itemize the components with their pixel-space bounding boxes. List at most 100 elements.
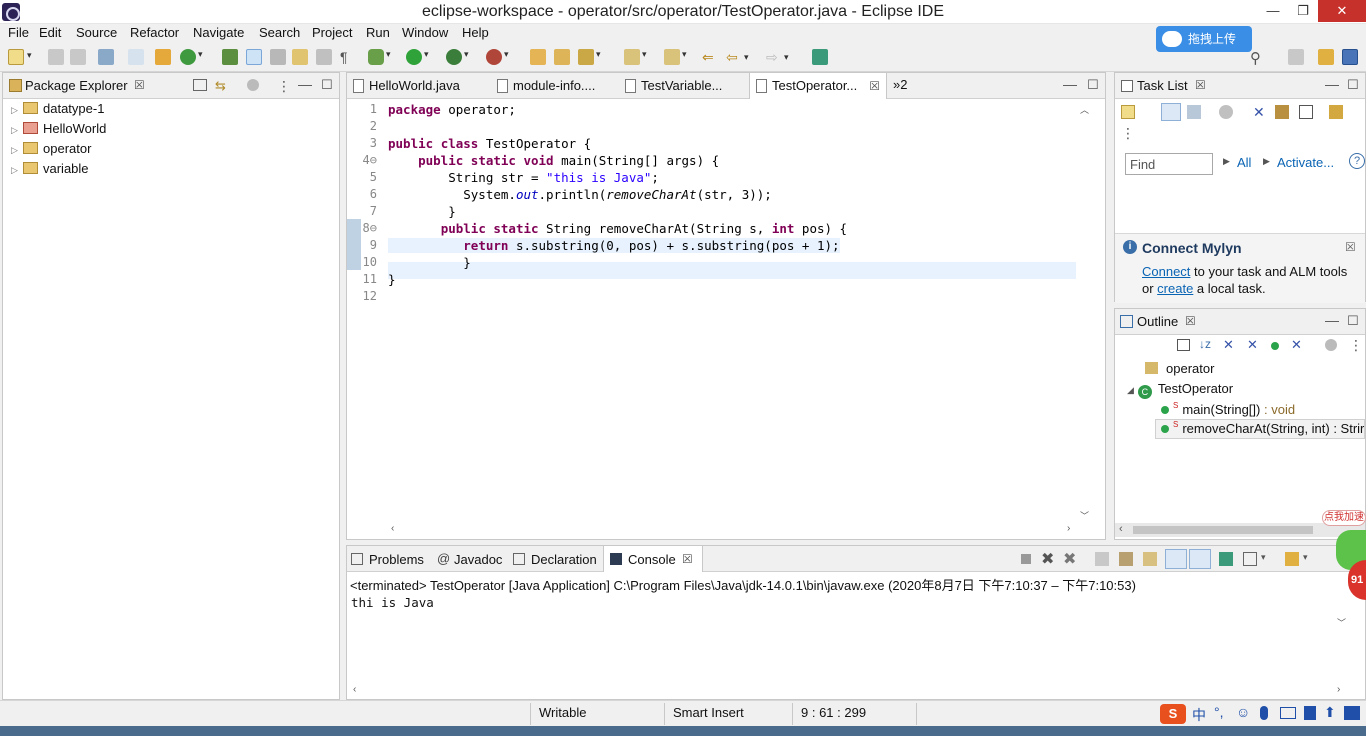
save-icon[interactable] xyxy=(48,49,64,65)
tab-console-active[interactable]: Console ☒ xyxy=(603,546,703,572)
status-insert-mode[interactable]: Smart Insert xyxy=(673,705,744,720)
close-button[interactable]: ✕ xyxy=(1318,0,1366,22)
upload-arrow-icon[interactable]: ⬆ xyxy=(1324,704,1336,721)
menu-window[interactable]: Window xyxy=(398,24,452,44)
maximize-icon[interactable]: ☐ xyxy=(1347,77,1359,93)
link-icon[interactable] xyxy=(1329,105,1343,119)
outline-item-removecharat-method[interactable]: SremoveCharAt(String, int) : Strir xyxy=(1155,419,1365,439)
block-selection-icon[interactable] xyxy=(270,49,286,65)
close-icon[interactable]: ☒ xyxy=(1185,314,1196,328)
tab-testoperator[interactable]: TestOperator... ☒ xyxy=(749,73,887,99)
pin-console-icon[interactable] xyxy=(1219,552,1233,566)
menu-help[interactable]: Help xyxy=(458,24,493,44)
collapse-all-icon[interactable] xyxy=(1177,339,1190,351)
scroll-left-arrow-icon[interactable]: ‹ xyxy=(1119,523,1123,535)
close-icon[interactable]: ☒ xyxy=(1195,78,1206,92)
expand-arrow-icon[interactable]: ▷ xyxy=(11,165,21,176)
show-on-stdout-icon[interactable] xyxy=(1165,549,1187,569)
speedup-badge[interactable]: 点我加速 xyxy=(1322,510,1366,526)
search-wand-icon[interactable] xyxy=(578,49,601,65)
filter-icon[interactable] xyxy=(1325,339,1337,351)
scroll-right-arrow-icon[interactable]: › xyxy=(1337,684,1340,695)
open-type-icon[interactable] xyxy=(222,49,238,65)
restore-button[interactable]: ❐ xyxy=(1288,0,1318,22)
tree-item-datatype-1[interactable]: ▷ datatype-1 xyxy=(11,101,104,121)
word-wrap-icon[interactable] xyxy=(292,49,308,65)
expand-arrow-icon[interactable]: ▷ xyxy=(11,105,21,116)
collapse-all-icon[interactable] xyxy=(193,79,207,91)
menu-edit[interactable]: Edit xyxy=(35,24,65,44)
scroll-thumb[interactable] xyxy=(1133,526,1313,534)
line-number[interactable]: 8⊖ xyxy=(347,221,377,235)
open-console-icon[interactable] xyxy=(1285,552,1299,566)
hide-completed-icon[interactable]: ✕ xyxy=(1253,104,1265,121)
scroll-left-arrow-icon[interactable]: ‹ xyxy=(353,684,356,695)
sort-icon[interactable]: ↓z xyxy=(1199,337,1211,351)
focus-icon[interactable] xyxy=(1219,105,1233,119)
all-filter-link[interactable]: All xyxy=(1237,155,1251,170)
open-folder-icon[interactable] xyxy=(554,49,570,65)
line-number[interactable]: 4⊖ xyxy=(347,153,377,167)
menu-navigate[interactable]: Navigate xyxy=(189,24,248,44)
tab-helloworld[interactable]: HelloWorld.java xyxy=(347,73,491,99)
categorized-icon[interactable] xyxy=(1161,103,1181,121)
tab-problems[interactable]: Problems xyxy=(369,552,424,567)
show-on-stderr-icon[interactable] xyxy=(1189,549,1211,569)
pilcrow-icon[interactable]: ¶ xyxy=(340,49,356,65)
sogou-ime-icon[interactable]: S xyxy=(1160,704,1186,724)
create-link[interactable]: create xyxy=(1157,281,1193,296)
debug-icon[interactable] xyxy=(368,49,391,65)
scroll-lock-icon[interactable] xyxy=(1119,552,1133,566)
upload-button[interactable]: 拖拽上传 xyxy=(1156,26,1252,52)
outline-item-class[interactable]: ◢ C TestOperator xyxy=(1127,381,1233,401)
skip-breakpoints-icon[interactable] xyxy=(128,49,144,65)
hide-local-types-icon[interactable]: ✕ xyxy=(1291,337,1302,353)
view-menu-icon[interactable]: ⋮ xyxy=(1121,125,1135,142)
show-whitespace-icon[interactable] xyxy=(316,49,332,65)
java-ee-perspective-icon[interactable] xyxy=(1318,49,1334,65)
menu-source[interactable]: Source xyxy=(72,24,121,44)
close-tab-icon[interactable]: ☒ xyxy=(682,552,693,566)
forward-icon[interactable]: ⇨ xyxy=(766,49,789,65)
expand-arrow-icon[interactable]: ▷ xyxy=(11,125,21,136)
microphone-icon[interactable] xyxy=(1260,706,1268,720)
last-edit-location-icon[interactable]: ⇐ xyxy=(702,49,718,65)
next-annotation-icon[interactable] xyxy=(624,49,647,65)
keyboard-icon[interactable] xyxy=(1280,707,1296,719)
coverage-icon[interactable] xyxy=(446,49,469,65)
activate-link[interactable]: Activate... xyxy=(1277,155,1334,170)
scheduled-icon[interactable] xyxy=(1187,105,1201,119)
new-icon[interactable] xyxy=(8,49,32,65)
previous-annotation-icon[interactable] xyxy=(664,49,687,65)
terminate-icon[interactable] xyxy=(1021,554,1031,564)
outline-item-main-method[interactable]: Smain(String[]) : void xyxy=(1161,401,1295,421)
word-wrap-icon[interactable] xyxy=(1143,552,1157,566)
remove-all-launches-icon[interactable]: ✖ xyxy=(1063,549,1076,569)
minimize-icon[interactable]: — xyxy=(1063,76,1077,92)
tree-item-helloworld[interactable]: ▷ HelloWorld xyxy=(11,121,106,141)
tab-testvariable[interactable]: TestVariable... xyxy=(619,73,749,99)
console-output[interactable]: thi is Java xyxy=(351,595,434,610)
clear-console-icon[interactable] xyxy=(1095,552,1109,566)
view-menu-icon[interactable]: ⋮ xyxy=(1349,337,1363,354)
hide-fields-icon[interactable]: ✕ xyxy=(1223,337,1234,353)
new-task-icon[interactable] xyxy=(1121,105,1135,119)
package-explorer-title[interactable]: Package Explorer xyxy=(25,78,128,93)
open-perspective-icon[interactable] xyxy=(1288,49,1304,65)
minimize-button[interactable]: — xyxy=(1258,0,1288,22)
new-java-class-icon[interactable] xyxy=(180,49,203,65)
expand-arrow-icon[interactable]: ▷ xyxy=(11,145,21,156)
scroll-right-arrow-icon[interactable]: › xyxy=(1067,523,1070,534)
scroll-down-arrow-icon[interactable]: ﹀ xyxy=(1080,509,1089,522)
tree-item-variable[interactable]: ▷ variable xyxy=(11,161,89,181)
dismiss-icon[interactable]: ☒ xyxy=(1345,240,1356,254)
dropdown-arrow-icon[interactable]: ▾ xyxy=(1303,552,1308,563)
maximize-icon[interactable]: ☐ xyxy=(1087,77,1099,93)
sync-icon[interactable] xyxy=(1275,105,1289,119)
maximize-icon[interactable]: ☐ xyxy=(1347,313,1359,329)
vertical-scrollbar[interactable]: ︿ ﹀ xyxy=(1080,103,1090,523)
search-icon[interactable]: ⚲ xyxy=(1250,49,1261,67)
collapse-arrow-icon[interactable]: ◢ xyxy=(1127,385,1134,395)
outline-item-package[interactable]: operator xyxy=(1145,361,1214,381)
minimize-icon[interactable]: — xyxy=(298,76,312,92)
